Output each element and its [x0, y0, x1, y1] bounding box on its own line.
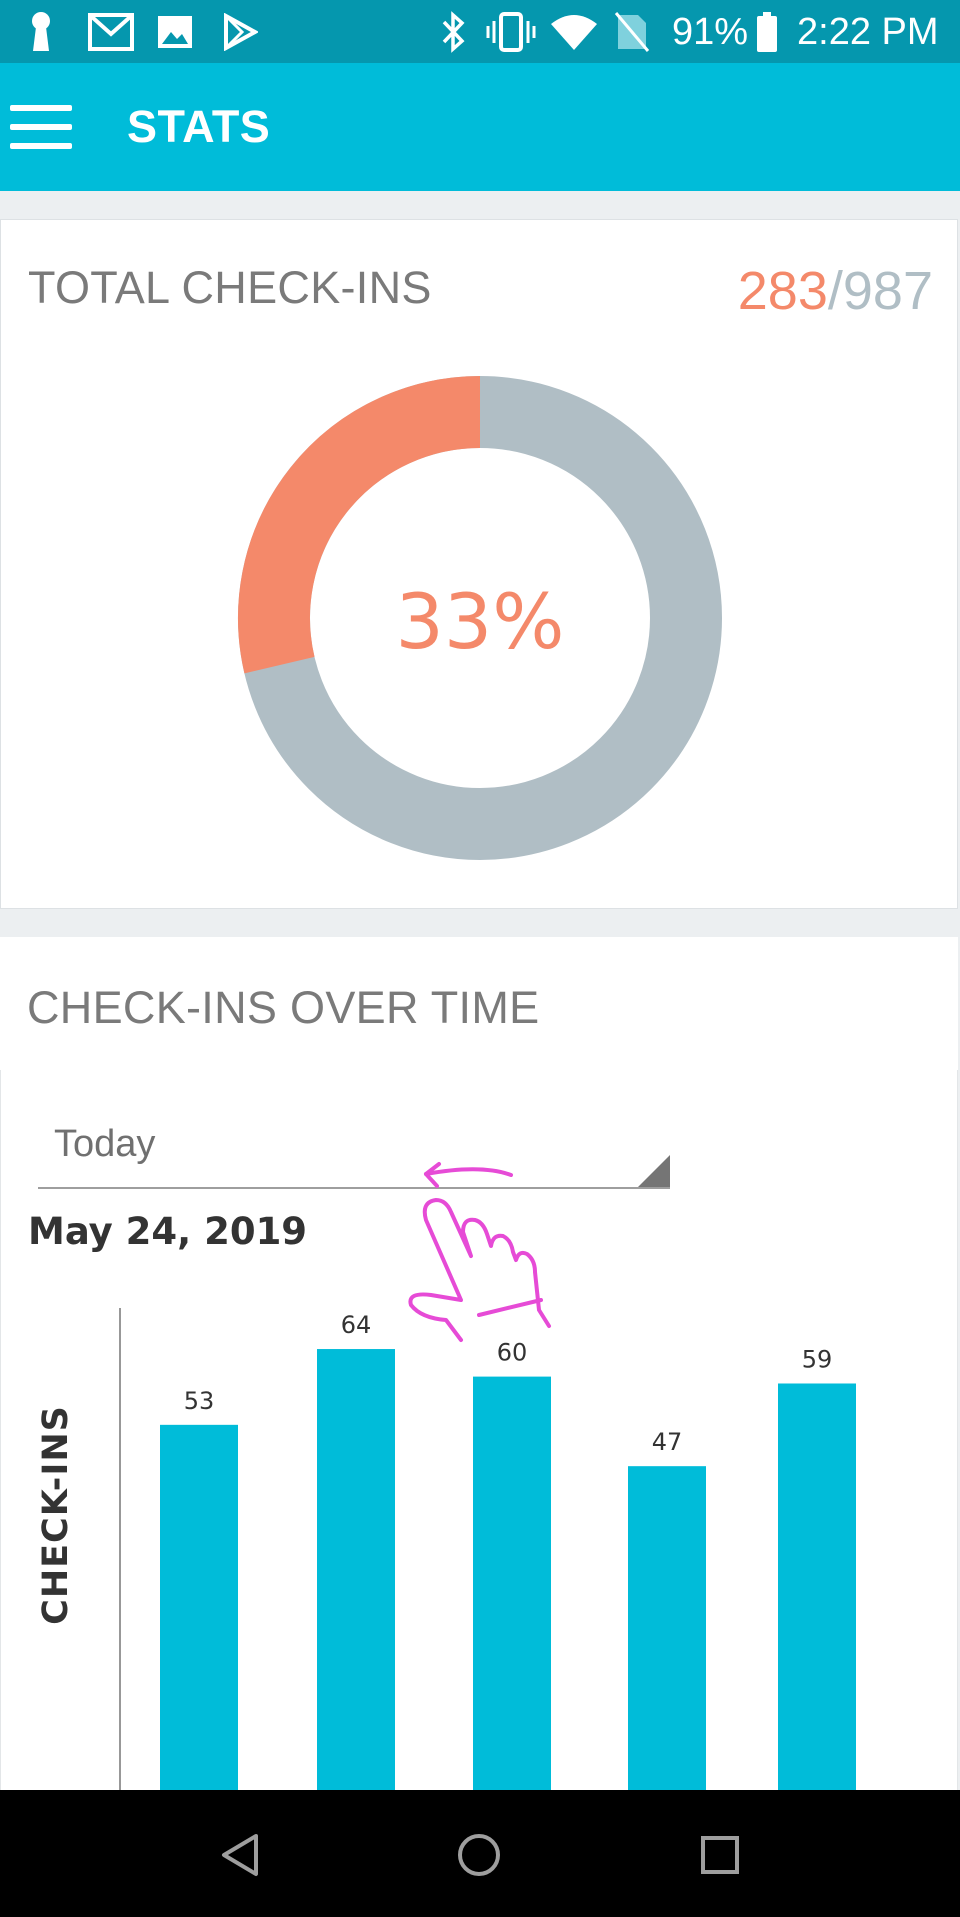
battery-percent: 91% — [672, 11, 749, 53]
bluetooth-icon — [440, 10, 466, 54]
checkins-over-time-section: CHECK-INS OVER TIME Today May 24, 2019 5… — [0, 937, 958, 1790]
vibrate-icon — [486, 10, 536, 54]
total-checkins-card: TOTAL CHECK-INS 283/987 33% — [0, 219, 958, 909]
wifi-icon — [550, 10, 598, 54]
y-axis-label: CHECK-INS — [36, 1405, 76, 1625]
bar-5 — [778, 1383, 856, 1790]
clock: 2:22 PM — [797, 11, 939, 53]
checkins-donut-chart — [238, 376, 722, 860]
bar-value-label-5: 59 — [802, 1345, 833, 1373]
system-nav-bar — [0, 1790, 960, 1917]
swipe-left-hand-icon — [408, 1162, 551, 1342]
back-icon[interactable] — [205, 1820, 275, 1890]
page-title: STATS — [127, 101, 271, 152]
bar-3 — [473, 1376, 551, 1790]
recents-icon[interactable] — [685, 1820, 755, 1890]
bar-value-label-2: 64 — [341, 1311, 372, 1339]
image-icon — [156, 10, 194, 54]
battery-icon — [756, 10, 778, 54]
bar-value-label-1: 53 — [184, 1387, 215, 1415]
no-sim-icon — [614, 10, 650, 54]
home-icon[interactable] — [444, 1820, 514, 1890]
hamburger-menu-icon[interactable] — [8, 101, 76, 153]
bar-1 — [160, 1424, 238, 1790]
bar-value-label-4: 47 — [652, 1428, 683, 1456]
keyhole-icon — [28, 10, 54, 54]
checkins-chart-area: Today May 24, 2019 53 64 60 47 59 CHECK-INS — [0, 1070, 958, 1790]
donut-percent-label: 33% — [395, 577, 565, 666]
bar-4 — [628, 1466, 706, 1790]
play-store-icon — [222, 10, 258, 54]
app-bar: STATS — [0, 63, 960, 191]
bar-2 — [317, 1349, 395, 1790]
checkins-over-time-title: CHECK-INS OVER TIME — [27, 982, 540, 1033]
status-bar: 91% 2:22 PM — [0, 0, 960, 63]
gmail-icon — [88, 10, 134, 54]
